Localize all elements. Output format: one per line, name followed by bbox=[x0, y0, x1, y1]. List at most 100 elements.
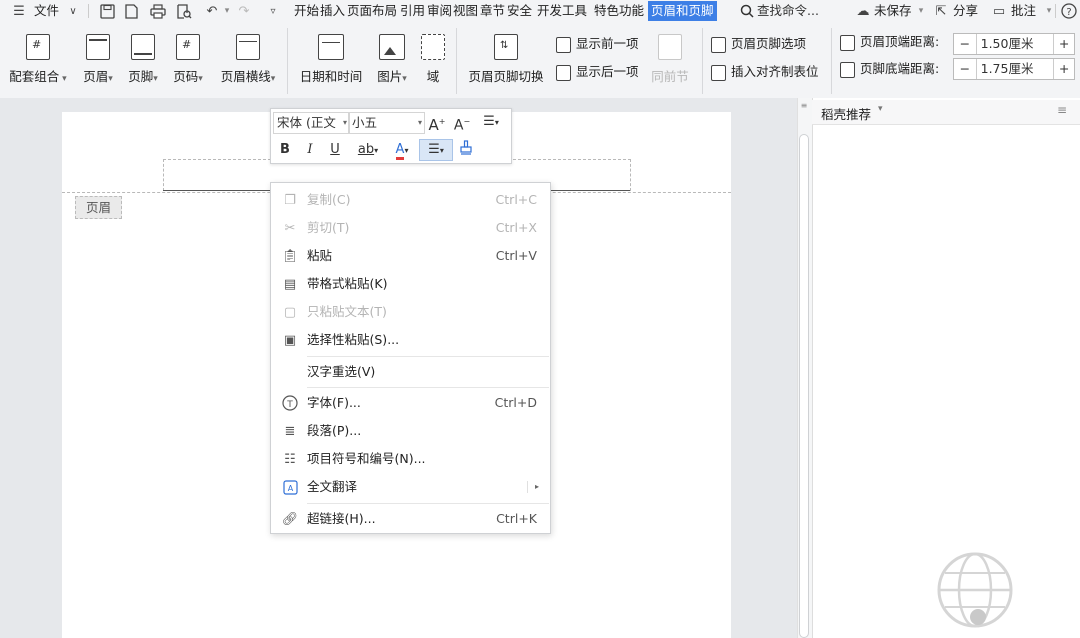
undo-dropdown-icon[interactable]: ▾ bbox=[218, 2, 236, 20]
header-footer-options-button[interactable]: 页眉页脚选项 bbox=[711, 34, 806, 54]
increase-font-icon[interactable]: A+ bbox=[427, 112, 447, 134]
print-preview-icon[interactable] bbox=[175, 2, 193, 20]
tab-review[interactable]: 审阅 bbox=[427, 2, 452, 20]
cloud-icon[interactable]: ☁ bbox=[854, 2, 872, 20]
divider bbox=[287, 28, 288, 94]
underline-icon[interactable]: U bbox=[325, 140, 345, 160]
chevron-down-icon[interactable]: ∨ bbox=[64, 2, 82, 20]
menu-item-hyperlink[interactable]: 🔗︎ 超链接(H)... Ctrl+K bbox=[271, 505, 552, 533]
combo-button[interactable]: # 配套组合 ▾ bbox=[8, 30, 68, 85]
page-number-button[interactable]: # 页码▾ bbox=[170, 30, 206, 85]
show-next-button[interactable]: 显示后一项 bbox=[556, 62, 639, 82]
save-icon[interactable] bbox=[98, 2, 116, 20]
bold-icon[interactable]: B bbox=[275, 140, 295, 160]
paste-format-icon: ▤ bbox=[283, 276, 297, 292]
tab-page-layout[interactable]: 页面布局 bbox=[347, 2, 397, 20]
tab-developer[interactable]: 开发工具 bbox=[537, 2, 587, 20]
help-icon[interactable]: ? bbox=[1060, 2, 1078, 20]
tab-header-footer[interactable]: 页眉和页脚 bbox=[648, 1, 717, 21]
chevron-down-icon[interactable]: ▾ bbox=[878, 104, 883, 114]
tab-chapter[interactable]: 章节 bbox=[480, 2, 505, 20]
share-icon[interactable]: ⇱ bbox=[932, 2, 950, 20]
search-icon[interactable] bbox=[738, 2, 756, 20]
paste-icon: 📋︎ bbox=[281, 248, 299, 264]
footer-button[interactable]: 页脚▾ bbox=[125, 30, 161, 85]
paste-special-icon: ▣ bbox=[283, 332, 297, 348]
watermark-logo bbox=[900, 545, 1080, 635]
file-menu[interactable]: 文件 bbox=[34, 2, 59, 20]
scrollbar-thumb[interactable] bbox=[799, 134, 809, 638]
comment-icon[interactable]: ▭ bbox=[990, 2, 1008, 20]
footer-bottom-distance-input[interactable]: 1.75厘米 bbox=[977, 59, 1054, 79]
copy-icon: ❐ bbox=[284, 192, 296, 208]
menu-item-copy[interactable]: ❐ 复制(C) Ctrl+C bbox=[271, 186, 552, 214]
picture-button[interactable]: 图片▾ bbox=[374, 30, 410, 85]
menu-item-translate[interactable]: A 全文翻译 ▸ bbox=[271, 473, 552, 501]
font-icon: T bbox=[281, 394, 299, 412]
redo-icon[interactable]: ↷ bbox=[235, 2, 253, 20]
header-top-distance-label: 页眉顶端距离: bbox=[840, 32, 939, 52]
decrease-button[interactable]: − bbox=[954, 59, 977, 79]
menu-item-font[interactable]: T 字体(F)... Ctrl+D bbox=[271, 389, 552, 417]
menu-item-paste-with-format[interactable]: ▤ 带格式粘贴(K) bbox=[271, 270, 552, 298]
print-icon[interactable] bbox=[149, 2, 167, 20]
tab-start[interactable]: 开始 bbox=[294, 2, 319, 20]
font-size-select[interactable]: 小五 ▾ bbox=[348, 112, 425, 134]
comment-button[interactable]: 批注 bbox=[1011, 2, 1036, 20]
export-pdf-icon[interactable] bbox=[122, 2, 140, 20]
footer-bottom-distance-spinner[interactable]: − 1.75厘米 + bbox=[953, 58, 1075, 80]
scissors-icon: ✂ bbox=[284, 220, 296, 236]
align-icon[interactable]: ☰▾ bbox=[419, 139, 453, 161]
customize-toolbar-icon[interactable]: ▿ bbox=[264, 2, 282, 20]
insert-tab-stop-button[interactable]: 插入对齐制表位 bbox=[711, 62, 819, 82]
switch-label: 页眉页脚切换 bbox=[468, 69, 544, 84]
menu-item-cut[interactable]: ✂ 剪切(T) Ctrl+X bbox=[271, 214, 552, 242]
pane-menu-icon[interactable]: ≡ bbox=[1057, 103, 1067, 117]
tab-insert[interactable]: 插入 bbox=[320, 2, 345, 20]
format-painter-icon[interactable] bbox=[455, 140, 477, 160]
footer-label: 页脚 bbox=[128, 69, 154, 84]
italic-icon[interactable]: I bbox=[300, 140, 320, 160]
recommend-pane-title[interactable]: 稻壳推荐 bbox=[821, 104, 871, 123]
same-as-previous-button[interactable]: 同前节 bbox=[650, 30, 690, 85]
menu-separator bbox=[307, 387, 549, 388]
header-label: 页眉 bbox=[83, 69, 109, 84]
header-line-button[interactable]: 页眉横线▾ bbox=[216, 30, 280, 85]
hamburger-menu-icon[interactable]: ☰ bbox=[10, 2, 28, 20]
tab-references[interactable]: 引用 bbox=[400, 2, 425, 20]
field-button[interactable]: 域 bbox=[420, 30, 446, 85]
header-footer-switch-button[interactable]: ⇅ 页眉页脚切换 bbox=[466, 30, 546, 85]
splitter-handle-icon[interactable]: ≡ bbox=[799, 101, 809, 111]
menu-item-paste[interactable]: 📋︎ 粘贴 Ctrl+V bbox=[271, 242, 552, 270]
menu-item-paste-text-only[interactable]: ▢ 只粘贴文本(T) bbox=[271, 298, 552, 326]
field-icon bbox=[421, 34, 445, 60]
search-command-input[interactable]: 查找命令... bbox=[757, 2, 819, 20]
increase-button[interactable]: + bbox=[1053, 59, 1074, 79]
tab-security[interactable]: 安全 bbox=[507, 2, 532, 20]
share-button[interactable]: 分享 bbox=[953, 2, 978, 20]
show-previous-button[interactable]: 显示前一项 bbox=[556, 34, 639, 54]
header-line-label: 页眉横线 bbox=[220, 69, 271, 84]
increase-button[interactable]: + bbox=[1053, 34, 1074, 54]
page-number-label: 页码 bbox=[173, 69, 199, 84]
decrease-button[interactable]: − bbox=[954, 34, 977, 54]
chevron-down-icon[interactable]: ▾ bbox=[912, 2, 930, 20]
header-button[interactable]: 页眉▾ bbox=[80, 30, 116, 85]
decrease-font-icon[interactable]: A− bbox=[452, 112, 472, 134]
menu-item-paste-special[interactable]: ▣ 选择性粘贴(S)... bbox=[271, 326, 552, 354]
tab-view[interactable]: 视图 bbox=[453, 2, 478, 20]
show-previous-icon bbox=[556, 36, 571, 53]
highlight-icon[interactable]: ab▾ bbox=[351, 140, 385, 160]
unsaved-status[interactable]: 未保存 bbox=[874, 2, 912, 20]
header-top-distance-spinner[interactable]: − 1.50厘米 + bbox=[953, 33, 1075, 55]
menu-separator bbox=[307, 503, 549, 504]
line-spacing-icon[interactable]: ☰▾ bbox=[478, 112, 504, 132]
font-color-icon[interactable]: A▾ bbox=[388, 140, 416, 160]
header-top-distance-input[interactable]: 1.50厘米 bbox=[977, 34, 1054, 54]
menu-item-paragraph[interactable]: ≣ 段落(P)... bbox=[271, 417, 552, 445]
menu-item-reconvert[interactable]: 汉字重选(V) bbox=[271, 358, 552, 386]
menu-item-bullets-numbering[interactable]: ☷ 项目符号和编号(N)... bbox=[271, 445, 552, 473]
tab-special-features[interactable]: 特色功能 bbox=[594, 2, 644, 20]
font-name-select[interactable]: 宋体 (正文 ▾ bbox=[273, 112, 350, 134]
datetime-button[interactable]: 日期和时间 bbox=[297, 30, 365, 85]
